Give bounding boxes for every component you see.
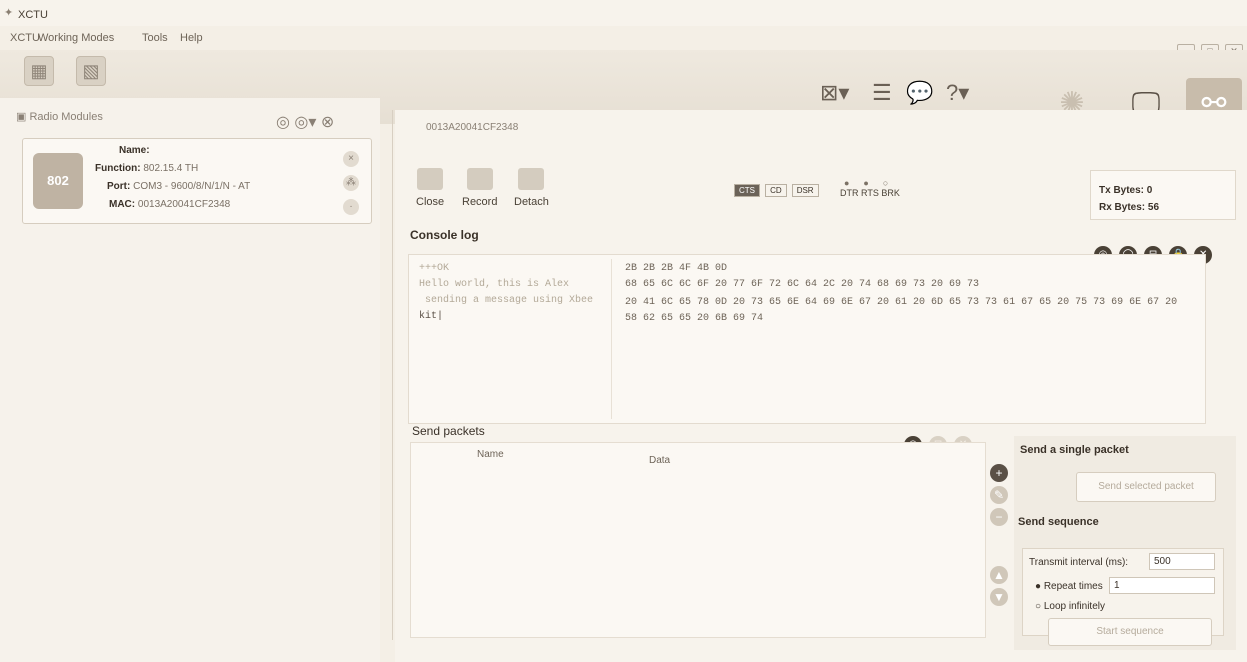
line-toggles[interactable]: ●●○ DTR RTS BRK	[840, 178, 902, 198]
module-port-row: Port: COM3 - 9600/8/N/1/N - AT	[107, 181, 251, 192]
move-up-icon[interactable]: ▲	[990, 566, 1008, 584]
send-selected-packet-button[interactable]: Send selected packet	[1076, 472, 1216, 502]
cts-led: CTS	[734, 184, 760, 197]
ascii-line: sending a message using Xbee	[419, 295, 594, 306]
menu-working-modes[interactable]: Working Modes	[38, 32, 114, 44]
rx-bytes: Rx Bytes: 56	[1099, 202, 1160, 213]
transmit-interval-input[interactable]: 500	[1149, 553, 1215, 570]
module-name-row: Name:	[119, 145, 150, 156]
byte-counter: Tx Bytes: 0 Rx Bytes: 56	[1090, 170, 1236, 220]
discover-radio-icon[interactable]: ▧	[76, 56, 106, 86]
radio-panel-buttons: ◎ ◎▾ ⊗	[276, 112, 334, 132]
xctu-app-icon: ✦	[4, 7, 14, 19]
start-sequence-button[interactable]: Start sequence	[1048, 618, 1212, 646]
radio-module-image: 802	[33, 153, 83, 209]
send-options-panel: Send a single packet Send selected packe…	[1014, 436, 1236, 650]
console-scrollbar[interactable]	[1193, 271, 1201, 421]
info-icon[interactable]: ·	[343, 199, 359, 215]
xctu-tools-icon[interactable]: ⊠▾	[820, 80, 849, 106]
console-tab-title: 0013A20041CF2348	[426, 122, 519, 133]
send-packets-table[interactable]: Name Data	[410, 442, 986, 638]
detach-icon	[518, 168, 545, 190]
transmit-interval-label: Transmit interval (ms):	[1029, 557, 1129, 568]
ascii-line: kit|	[419, 311, 444, 322]
chat-icon[interactable]: 💬	[906, 80, 933, 106]
menu-tools[interactable]: Tools	[142, 32, 168, 44]
repeat-times-radio[interactable]: ● Repeat times	[1035, 581, 1103, 592]
discover-icon[interactable]: ◎	[276, 114, 290, 131]
close-button[interactable]: Close	[416, 168, 444, 208]
title-bar: ✦ XCTU	[0, 0, 1247, 26]
dsr-led: DSR	[791, 184, 819, 197]
load-profile-icon[interactable]: ⁂	[343, 175, 359, 191]
send-packets-label: Send packets	[412, 424, 485, 438]
column-header-data: Data	[649, 455, 671, 466]
send-single-title: Send a single packet	[1020, 444, 1129, 456]
list-icon[interactable]: ☰	[872, 80, 892, 106]
menu-bar: XCTU Working Modes Tools Help	[0, 26, 1247, 46]
line-status-leds: CTS CD DSR	[734, 184, 821, 197]
radio-modules-icon: ▣	[16, 111, 30, 123]
move-down-icon[interactable]: ▼	[990, 588, 1008, 606]
menu-xctu[interactable]: XCTU	[10, 32, 40, 44]
loop-infinitely-radio[interactable]: ○ Loop infinitely	[1035, 601, 1105, 612]
remove-icon[interactable]: −	[990, 508, 1008, 526]
module-function-row: Function: 802.15.4 TH	[95, 163, 199, 174]
radio-modules-header: ▣ Radio Modules	[16, 111, 103, 123]
disconnect-icon[interactable]: ×	[343, 151, 359, 167]
record-icon	[466, 168, 493, 190]
send-sequence-title: Send sequence	[1018, 516, 1099, 528]
ascii-line: Hello world, this is Alex	[419, 279, 570, 290]
add-radio-icon[interactable]: ▦	[24, 56, 54, 86]
record-button[interactable]: Record	[462, 168, 497, 208]
remove-device-icon[interactable]: ⊗	[321, 114, 334, 131]
panel-divider	[392, 110, 393, 640]
hex-line: 20 41 6C 65 78 0D 20 73 65 6E 64 69 6E 6…	[625, 297, 1178, 324]
column-header-name: Name	[477, 449, 504, 460]
repeat-times-input[interactable]: 1	[1109, 577, 1215, 594]
hex-line: 68 65 6C 6C 6F 20 77 6F 72 6C 64 2C 20 7…	[625, 279, 980, 290]
edit-icon[interactable]: ✎	[990, 486, 1008, 504]
hex-line: 2B 2B 2B 4F 4B 0D	[625, 263, 728, 274]
cd-led: CD	[765, 184, 787, 197]
detach-button[interactable]: Detach	[514, 168, 549, 208]
menu-help[interactable]: Help	[180, 32, 203, 44]
console-log-label: Console log	[410, 228, 479, 242]
console-log[interactable]: +++OK Hello world, this is Alex sending …	[408, 254, 1206, 424]
window-title: XCTU	[18, 9, 48, 21]
console-column-divider	[611, 259, 612, 419]
radio-module-card[interactable]: 802 Name: Function: 802.15.4 TH Port: CO…	[22, 138, 372, 224]
help-icon[interactable]: ?▾	[946, 80, 969, 106]
plug-icon	[417, 168, 444, 190]
add-device-icon[interactable]: ◎▾	[294, 114, 316, 131]
module-mac-row: MAC: 0013A20041CF2348	[109, 199, 231, 210]
ascii-line: +++OK	[419, 263, 450, 274]
tx-bytes: Tx Bytes: 0	[1099, 185, 1153, 196]
packet-list-controls: + ✎ − ▲ ▼	[990, 464, 1008, 606]
add-icon[interactable]: +	[990, 464, 1008, 482]
